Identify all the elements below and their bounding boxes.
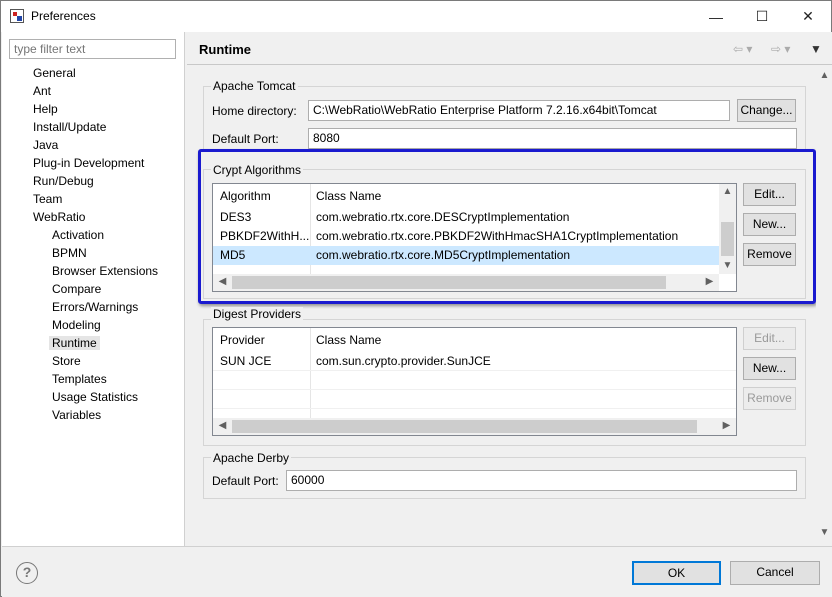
tree-item-label: Ant [33,84,52,98]
class-name-cell: com.sun.crypto.provider.SunJCE [316,354,491,368]
maximize-icon: ☐ [755,8,769,24]
page-title: Runtime [199,42,251,57]
tree-item[interactable]: Runtime [49,334,100,352]
tree-item-label: Store [52,354,81,368]
tree-item[interactable]: Ant [33,82,51,100]
tree-item-label: Team [33,192,63,206]
tree-item-label: Plug-in Development [33,156,145,170]
tree-item[interactable]: Java [33,136,58,154]
tree-item-label: Java [33,138,59,152]
tomcat-port-field[interactable]: 8080 [308,128,797,149]
tree-item[interactable]: Team [33,190,62,208]
change-button[interactable]: Change... [737,99,796,122]
tree-item-label: WebRatio [33,210,86,224]
back-icon[interactable]: ⇦ ▾ [733,42,752,56]
scroll-left-icon[interactable]: ◀ [214,420,231,431]
digest-header-provider[interactable]: Provider [213,329,309,351]
tree-item[interactable]: Install/Update [33,118,106,136]
home-directory-label: Home directory: [212,104,297,118]
highlight-frame [198,149,816,304]
header-separator [187,64,832,65]
home-directory-field[interactable]: C:\WebRatio\WebRatio Enterprise Platform… [308,100,730,121]
digest-horizontal-thumb[interactable] [232,420,697,433]
app-icon [10,9,24,23]
tree-item[interactable]: Run/Debug [33,172,94,190]
tree-item[interactable]: General [33,64,76,82]
tree-item-label: Usage Statistics [52,390,139,404]
tree-item-label: Help [33,102,58,116]
tree-item-label: Templates [52,372,107,386]
tree-item-label: Browser Extensions [52,264,159,278]
tree-item-label: Activation [52,228,105,242]
forward-icon[interactable]: ⇨ ▾ [771,42,790,56]
tree-item[interactable]: Help [33,100,58,118]
tomcat-port-label: Default Port: [212,132,279,146]
digest-table: Provider Class Name SUN JCE com.sun.crypt… [212,327,737,436]
minimize-button[interactable]: — [693,1,739,32]
scroll-right-icon[interactable]: ▶ [718,420,735,431]
digest-row-line [213,389,736,390]
digest-horizontal-scrollbar[interactable]: ◀ ▶ [213,418,736,435]
tree-item[interactable]: Templates [52,370,107,388]
tomcat-group-label: Apache Tomcat [211,79,298,93]
provider-cell: SUN JCE [220,354,272,368]
table-row[interactable]: SUN JCE com.sun.crypto.provider.SunJCE [213,352,736,371]
close-button[interactable]: ✕ [785,1,831,32]
tree-item[interactable]: Browser Extensions [52,262,158,280]
digest-group-label: Digest Providers [211,307,304,321]
digest-new-button[interactable]: New... [743,357,796,380]
tree-item-label: BPMN [52,246,87,260]
tree-item-label: Variables [52,408,102,422]
title-bar: Preferences — ☐ ✕ [1,1,831,32]
view-menu-icon[interactable]: ▼ [810,42,822,56]
tree-item[interactable]: Variables [52,406,101,424]
maximize-button[interactable]: ☐ [739,1,785,32]
cancel-button[interactable]: Cancel [730,561,820,585]
tree-item[interactable]: BPMN [52,244,87,262]
scroll-down-icon[interactable]: ▼ [816,527,832,538]
tree-item-label: Errors/Warnings [52,300,139,314]
derby-port-field[interactable]: 60000 [286,470,797,491]
tree-item-label: Runtime [49,336,100,350]
tree-item[interactable]: Errors/Warnings [52,298,138,316]
tree-item-label: Run/Debug [33,174,94,188]
derby-group-label: Apache Derby [211,451,292,465]
minimize-icon: — [709,8,723,25]
tree-item[interactable]: WebRatio [33,208,85,226]
preferences-window: Preferences — ☐ ✕ General Ant Help Install/… [0,0,832,597]
tree-item-label: Compare [52,282,102,296]
digest-remove-button[interactable]: Remove [743,387,796,410]
tree-item[interactable]: Activation [52,226,104,244]
tree-item[interactable]: Modeling [52,316,101,334]
digest-header-class[interactable]: Class Name [309,329,729,351]
digest-edit-button[interactable]: Edit... [743,327,796,350]
tree-item-label: General [33,66,76,80]
digest-column-separator [310,328,311,418]
window-title: Preferences [31,9,96,23]
preference-tree-panel: General Ant Help Install/Update Java Plug-in … [2,32,185,546]
tree-item[interactable]: Usage Statistics [52,388,138,406]
derby-port-label: Default Port: [212,474,279,488]
tree-item[interactable]: Plug-in Development [33,154,144,172]
close-icon: ✕ [802,8,814,24]
page-vertical-scrollbar[interactable]: ▲ ▼ [816,65,832,546]
ok-button[interactable]: OK [632,561,721,585]
tree-item-label: Install/Update [33,120,107,134]
scroll-up-icon[interactable]: ▲ [816,70,832,81]
filter-input[interactable] [9,39,176,59]
digest-row-line [213,408,736,409]
tree-item-label: Modeling [52,318,101,332]
tree-item[interactable]: Compare [52,280,101,298]
help-icon[interactable]: ? [16,562,38,584]
tree-item[interactable]: Store [52,352,81,370]
